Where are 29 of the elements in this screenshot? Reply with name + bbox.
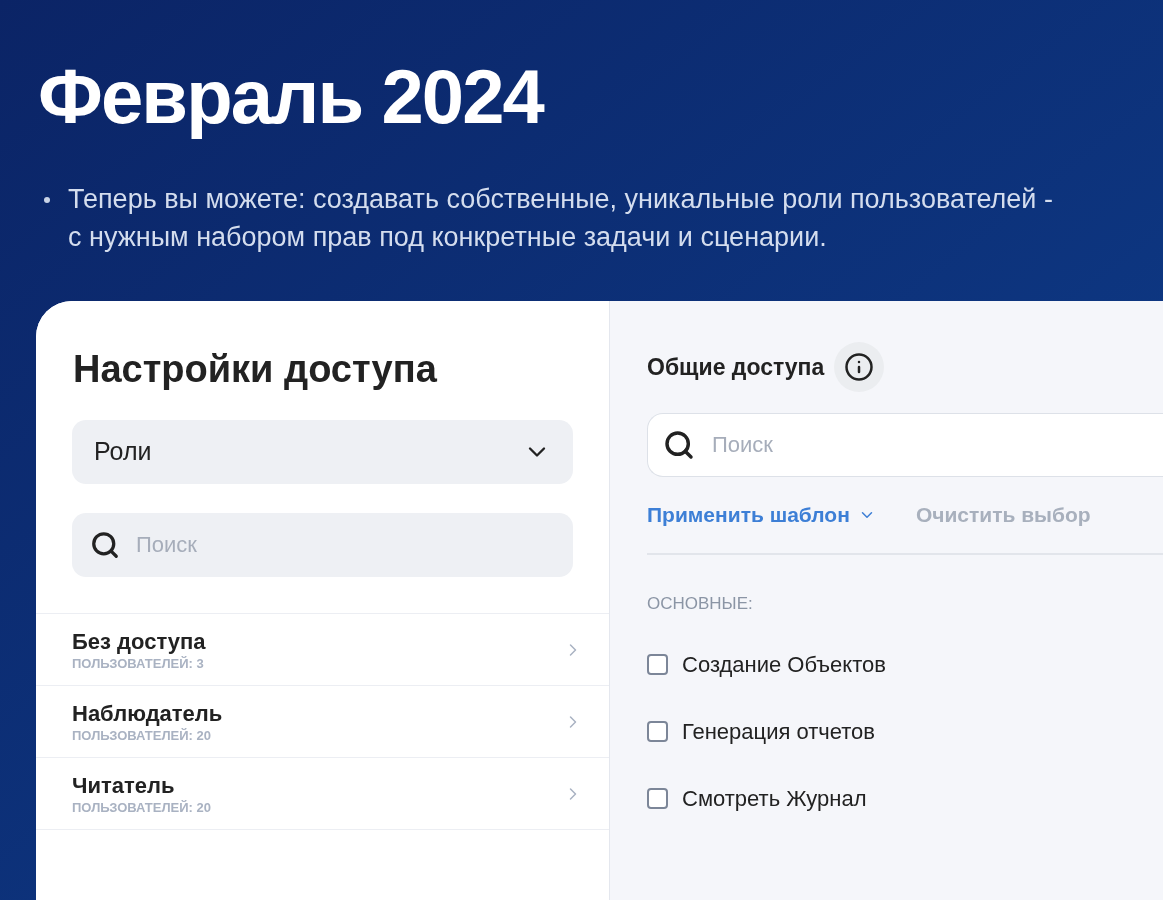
search-icon [90,530,120,560]
role-item[interactable]: Без доступа ПОЛЬЗОВАТЕЛЕЙ: 3 [36,614,609,686]
role-item[interactable]: Наблюдатель ПОЛЬЗОВАТЕЛЕЙ: 20 [36,686,609,758]
apply-template-button[interactable]: Применить шаблон [647,499,876,531]
info-button[interactable] [834,342,885,392]
checkbox[interactable] [647,720,668,742]
search-field[interactable]: Поиск [72,513,573,577]
role-user-count: ПОЛЬЗОВАТЕЛЕЙ: 3 [72,655,205,672]
checkbox[interactable] [647,653,668,675]
slide-title: Февраль 2024 [38,53,545,141]
group-label: ОСНОВНЫЕ: [647,593,754,615]
panel-title: Настройки доступа [72,347,438,392]
role-user-count: ПОЛЬЗОВАТЕЛЕЙ: 20 [72,799,211,816]
bullet-text: Теперь вы можете: создавать собственные, уникальные роли пользователей - с нужным набором прав под конкретные задачи и сценарии. [68,183,1054,254]
permission-label: Смотреть Журнал [682,784,867,813]
search-field[interactable]: Поиск [647,413,1163,477]
search-icon [663,429,695,461]
bullet-icon [44,197,50,203]
role-name: Наблюдатель [72,699,223,728]
permission-label: Создание Объектов [682,650,886,679]
checkbox[interactable] [647,787,668,809]
role-user-count: ПОЛЬЗОВАТЕЛЕЙ: 20 [72,727,212,744]
info-icon [844,352,875,382]
permission-label: Генерация отчетов [682,717,875,746]
role-name: Без доступа [72,627,206,656]
role-item[interactable]: Читатель ПОЛЬЗОВАТЕЛЕЙ: 20 [36,758,609,830]
section-title: Общие доступа [647,352,825,382]
role-name: Читатель [72,771,176,800]
roles-dropdown[interactable]: Роли [72,420,573,484]
